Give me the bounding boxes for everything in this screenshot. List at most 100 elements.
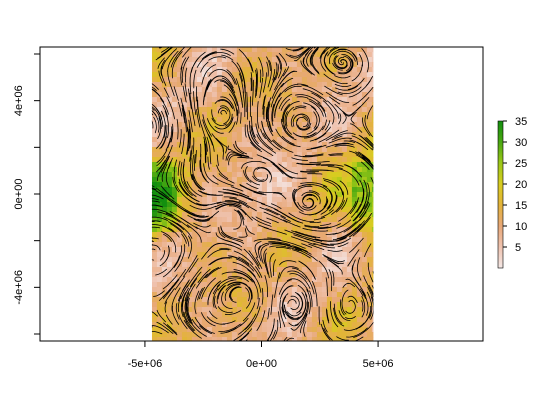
heatmap-cell — [286, 327, 293, 333]
heatmap-cell — [216, 182, 223, 188]
heatmap-cell — [326, 262, 333, 268]
heatmap-cell — [356, 302, 363, 308]
heatmap-cell — [276, 337, 283, 341]
heatmap-cell — [151, 72, 158, 78]
heatmap-cell — [346, 327, 353, 333]
heatmap-cell — [221, 212, 228, 218]
heatmap-cell — [236, 227, 243, 233]
heatmap-cell — [241, 122, 248, 128]
heatmap-cell — [156, 257, 163, 263]
heatmap-cell — [161, 337, 168, 341]
heatmap-cell — [151, 67, 158, 73]
heatmap-cell — [316, 307, 323, 313]
heatmap-cell — [341, 262, 348, 268]
heatmap-cell — [251, 297, 258, 303]
heatmap-cell — [301, 142, 308, 148]
heatmap-cell — [316, 187, 323, 193]
heatmap-cell — [171, 192, 178, 198]
heatmap-cell — [226, 137, 233, 143]
heatmap-cell — [151, 212, 158, 218]
heatmap-cell — [291, 207, 298, 213]
heatmap-cell — [371, 112, 374, 118]
heatmap-cell — [181, 137, 188, 143]
heatmap-cell — [326, 82, 333, 88]
heatmap-cell — [201, 297, 208, 303]
heatmap-cell — [176, 147, 183, 153]
heatmap-cell — [361, 112, 368, 118]
heatmap-cell — [236, 232, 243, 238]
heatmap-cell — [366, 122, 373, 128]
heatmap-cell — [171, 337, 178, 341]
heatmap-cell — [321, 287, 328, 293]
heatmap-cell — [371, 247, 374, 253]
heatmap-cell — [371, 82, 374, 88]
heatmap-cell — [246, 47, 253, 53]
heatmap-cell — [356, 122, 363, 128]
heatmap-cell — [216, 212, 223, 218]
heatmap-cell — [236, 307, 243, 313]
heatmap-cell — [346, 127, 353, 133]
heatmap-cell — [216, 322, 223, 328]
heatmap-cell — [186, 272, 193, 278]
heatmap-cell — [226, 317, 233, 323]
heatmap-cell — [231, 307, 238, 313]
heatmap-cell — [151, 317, 158, 323]
heatmap-cell — [206, 197, 213, 203]
heatmap-cell — [326, 217, 333, 223]
colorbar: 5 10 15 20 25 30 35 — [497, 116, 527, 269]
heatmap-cell — [286, 197, 293, 203]
heatmap-cell — [291, 182, 298, 188]
heatmap-cell — [176, 197, 183, 203]
heatmap-cell — [261, 337, 268, 341]
heatmap-cell — [166, 272, 173, 278]
heatmap-cell — [151, 267, 158, 273]
heatmap-cell — [191, 312, 198, 318]
heatmap-cell — [151, 52, 158, 58]
heatmap-cell — [196, 72, 203, 78]
heatmap-cell — [371, 77, 374, 83]
heatmap-cell — [276, 182, 283, 188]
heatmap-cell — [211, 187, 218, 193]
heatmap-cell — [211, 307, 218, 313]
heatmap-cell — [266, 92, 273, 98]
heatmap-cell — [251, 237, 258, 243]
heatmap-cell — [361, 262, 368, 268]
heatmap-cell — [366, 252, 373, 258]
heatmap-cell — [201, 97, 208, 103]
heatmap-cell — [366, 262, 373, 268]
heatmap-cell — [341, 267, 348, 273]
heatmap-cell — [346, 177, 353, 183]
heatmap-cell — [331, 117, 338, 123]
heatmap-cell — [331, 337, 338, 341]
heatmap-cell — [161, 332, 168, 338]
heatmap-cell — [356, 312, 363, 318]
heatmap-cell — [201, 182, 208, 188]
heatmap-cell — [166, 52, 173, 58]
heatmap-cell — [271, 187, 278, 193]
heatmap-cell — [281, 332, 288, 338]
heatmap-cell — [236, 302, 243, 308]
heatmap-cell — [266, 322, 273, 328]
heatmap-cell — [296, 77, 303, 83]
heatmap-cell — [281, 177, 288, 183]
heatmap-cell — [351, 187, 358, 193]
streamline — [372, 148, 374, 150]
heatmap-cell — [341, 152, 348, 158]
heatmap-cell — [341, 272, 348, 278]
heatmap-cell — [316, 217, 323, 223]
heatmap-cell — [321, 257, 328, 263]
heatmap-cell — [301, 187, 308, 193]
heatmap-cell — [196, 142, 203, 148]
heatmap-cell — [216, 102, 223, 108]
heatmap-cell — [351, 157, 358, 163]
heatmap-cell — [316, 337, 323, 341]
streamline — [267, 339, 270, 341]
heatmap-cell — [286, 152, 293, 158]
heatmap-cell — [341, 102, 348, 108]
heatmap-cell — [276, 282, 283, 288]
heatmap-cell — [231, 212, 238, 218]
heatmap-cell — [366, 177, 373, 183]
heatmap-cell — [341, 147, 348, 153]
heatmap-cell — [151, 172, 158, 178]
heatmap-cell — [171, 102, 178, 108]
